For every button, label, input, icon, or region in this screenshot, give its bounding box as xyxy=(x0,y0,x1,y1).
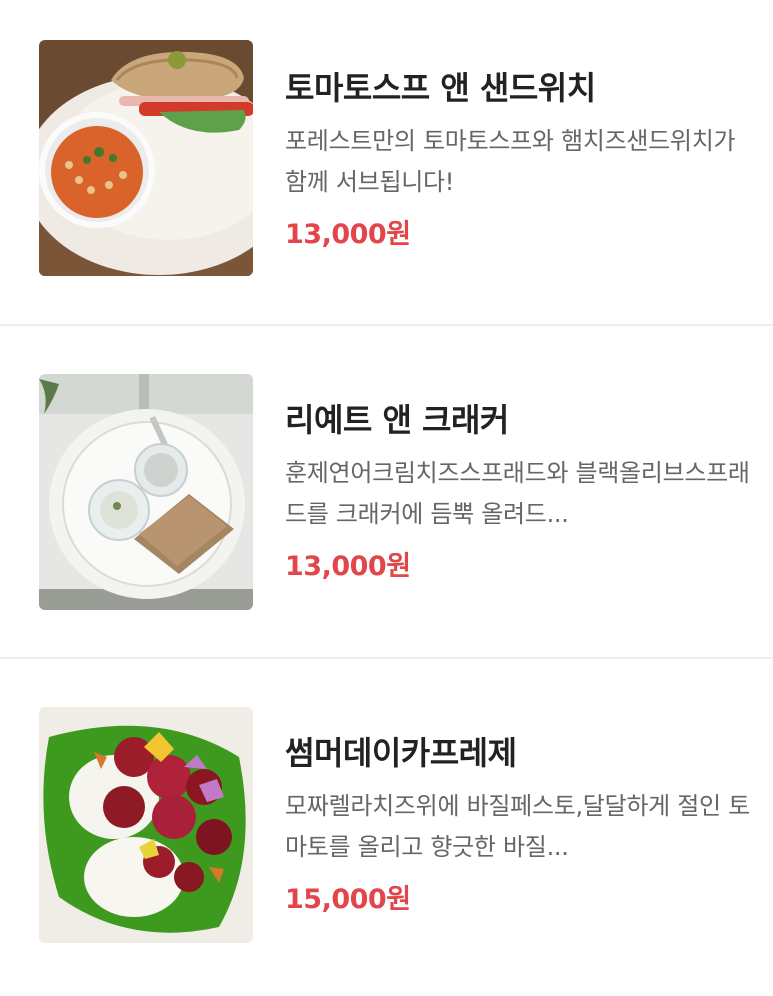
menu-item-summer-caprese[interactable]: 썸머데이카프레제 모짜렐라치즈위에 바질페스토,달달하게 절인 토마토를 올리고… xyxy=(0,665,773,996)
menu-item-image[interactable] xyxy=(39,374,253,610)
divider xyxy=(0,324,773,326)
menu-item-info: 리예트 앤 크래커 훈제연어크림치즈스프래드와 블랙올리브스프래드를 크래커에 … xyxy=(285,400,755,585)
menu-item-tomato-soup-sandwich[interactable]: 토마토스프 앤 샌드위치 포레스트만의 토마토스프와 햄치즈샌드위치가 함께 서… xyxy=(0,0,773,331)
menu-item-price: 13,000원 xyxy=(285,551,411,582)
menu-item-image[interactable] xyxy=(39,40,253,276)
rillettes-crackers-photo xyxy=(39,374,253,610)
menu-item-image[interactable] xyxy=(39,707,253,943)
menu-item-rillettes-crackers[interactable]: 리예트 앤 크래커 훈제연어크림치즈스프래드와 블랙올리브스프래드를 크래커에 … xyxy=(0,332,773,663)
menu-item-info: 토마토스프 앤 샌드위치 포레스트만의 토마토스프와 햄치즈샌드위치가 함께 서… xyxy=(285,68,755,253)
tomato-soup-sandwich-photo xyxy=(39,40,253,276)
menu-item-info: 썸머데이카프레제 모짜렐라치즈위에 바질페스토,달달하게 절인 토마토를 올리고… xyxy=(285,733,755,918)
menu-item-price: 13,000원 xyxy=(285,219,411,250)
menu-item-name: 토마토스프 앤 샌드위치 xyxy=(285,69,596,107)
menu-item-description: 훈제연어크림치즈스프래드와 블랙올리브스프래드를 크래커에 듬뿍 올려드... xyxy=(285,459,750,528)
menu-item-description: 모짜렐라치즈위에 바질페스토,달달하게 절인 토마토를 올리고 향긋한 바질..… xyxy=(285,792,750,861)
menu-item-description: 포레스트만의 토마토스프와 햄치즈샌드위치가 함께 서브됩니다! xyxy=(285,127,736,196)
menu-item-price: 15,000원 xyxy=(285,884,411,915)
menu-item-name: 썸머데이카프레제 xyxy=(285,734,517,772)
divider xyxy=(0,657,773,659)
summer-caprese-photo xyxy=(39,707,253,943)
menu-list: 토마토스프 앤 샌드위치 포레스트만의 토마토스프와 햄치즈샌드위치가 함께 서… xyxy=(0,0,773,969)
menu-item-name: 리예트 앤 크래커 xyxy=(285,401,509,439)
